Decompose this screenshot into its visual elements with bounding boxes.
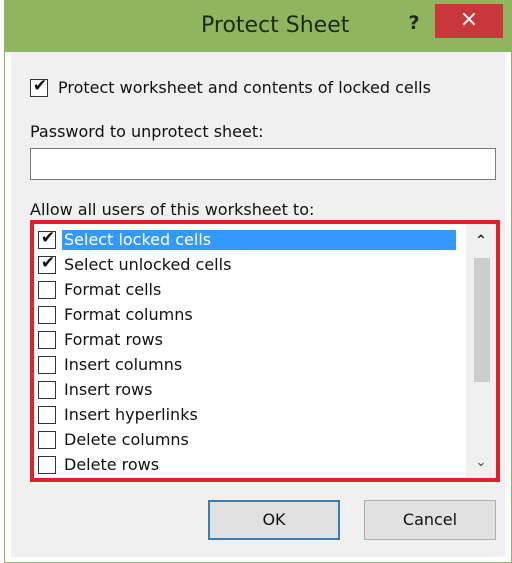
- permissions-list[interactable]: ✔ Select locked cells ✔ Select unlocked …: [34, 224, 496, 478]
- close-icon: ×: [459, 7, 479, 32]
- list-item-format-rows[interactable]: Format rows: [38, 328, 462, 352]
- close-button[interactable]: ×: [435, 4, 503, 38]
- list-item-checkbox[interactable]: [38, 331, 56, 349]
- protect-worksheet-label: Protect worksheet and contents of locked…: [58, 78, 431, 97]
- list-item-select-locked-cells[interactable]: ✔ Select locked cells: [38, 228, 462, 252]
- help-button[interactable]: ?: [403, 10, 425, 36]
- checkmark-icon: ✔: [40, 253, 56, 273]
- list-item-checkbox[interactable]: [38, 381, 56, 399]
- list-scrollbar[interactable]: ⌃ ⌄: [466, 224, 496, 478]
- list-item-label: Format rows: [64, 330, 163, 349]
- list-item-checkbox[interactable]: [38, 306, 56, 324]
- list-item-checkbox[interactable]: [38, 456, 56, 474]
- list-item-checkbox[interactable]: ✔: [38, 253, 56, 274]
- checkmark-icon: ✔: [40, 228, 56, 248]
- ok-button[interactable]: OK: [208, 500, 340, 540]
- list-item-format-columns[interactable]: Format columns: [38, 303, 462, 327]
- allow-users-label: Allow all users of this worksheet to:: [30, 200, 315, 219]
- password-label: Password to unprotect sheet:: [30, 122, 264, 141]
- list-item-label: Select unlocked cells: [64, 255, 232, 274]
- list-item-label: Insert hyperlinks: [64, 405, 198, 424]
- scrollbar-thumb[interactable]: [474, 258, 490, 382]
- checkmark-icon: ✔: [32, 75, 48, 96]
- list-item-select-unlocked-cells[interactable]: ✔ Select unlocked cells: [38, 253, 462, 277]
- list-item-label: Delete columns: [64, 430, 189, 449]
- dialog-title: Protect Sheet: [201, 13, 350, 38]
- list-item-checkbox[interactable]: [38, 281, 56, 299]
- cancel-button[interactable]: Cancel: [364, 500, 496, 540]
- list-item-label: Select locked cells: [62, 230, 456, 250]
- list-item-label: Format columns: [64, 305, 193, 324]
- protect-worksheet-checkbox[interactable]: ✔: [30, 75, 48, 97]
- protect-worksheet-option[interactable]: ✔ Protect worksheet and contents of lock…: [30, 75, 431, 97]
- list-item-label: Insert columns: [64, 355, 183, 374]
- list-item-checkbox[interactable]: [38, 431, 56, 449]
- list-item-checkbox[interactable]: [38, 406, 56, 424]
- list-item-label: Insert rows: [64, 380, 153, 399]
- list-item-insert-rows[interactable]: Insert rows: [38, 378, 462, 402]
- list-item-checkbox[interactable]: [38, 356, 56, 374]
- list-item-insert-hyperlinks[interactable]: Insert hyperlinks: [38, 403, 462, 427]
- list-item-label: Format cells: [64, 280, 162, 299]
- list-item-insert-columns[interactable]: Insert columns: [38, 353, 462, 377]
- list-item-delete-rows[interactable]: Delete rows: [38, 453, 462, 477]
- list-item-checkbox[interactable]: ✔: [38, 228, 56, 249]
- list-item-label: Delete rows: [64, 455, 160, 474]
- password-input[interactable]: [30, 148, 496, 180]
- scroll-down-icon[interactable]: ⌄: [466, 448, 496, 478]
- list-item-format-cells[interactable]: Format cells: [38, 278, 462, 302]
- title-bar[interactable]: Protect Sheet ? ×: [5, 0, 511, 52]
- list-item-delete-columns[interactable]: Delete columns: [38, 428, 462, 452]
- scroll-up-icon[interactable]: ⌃: [466, 224, 496, 254]
